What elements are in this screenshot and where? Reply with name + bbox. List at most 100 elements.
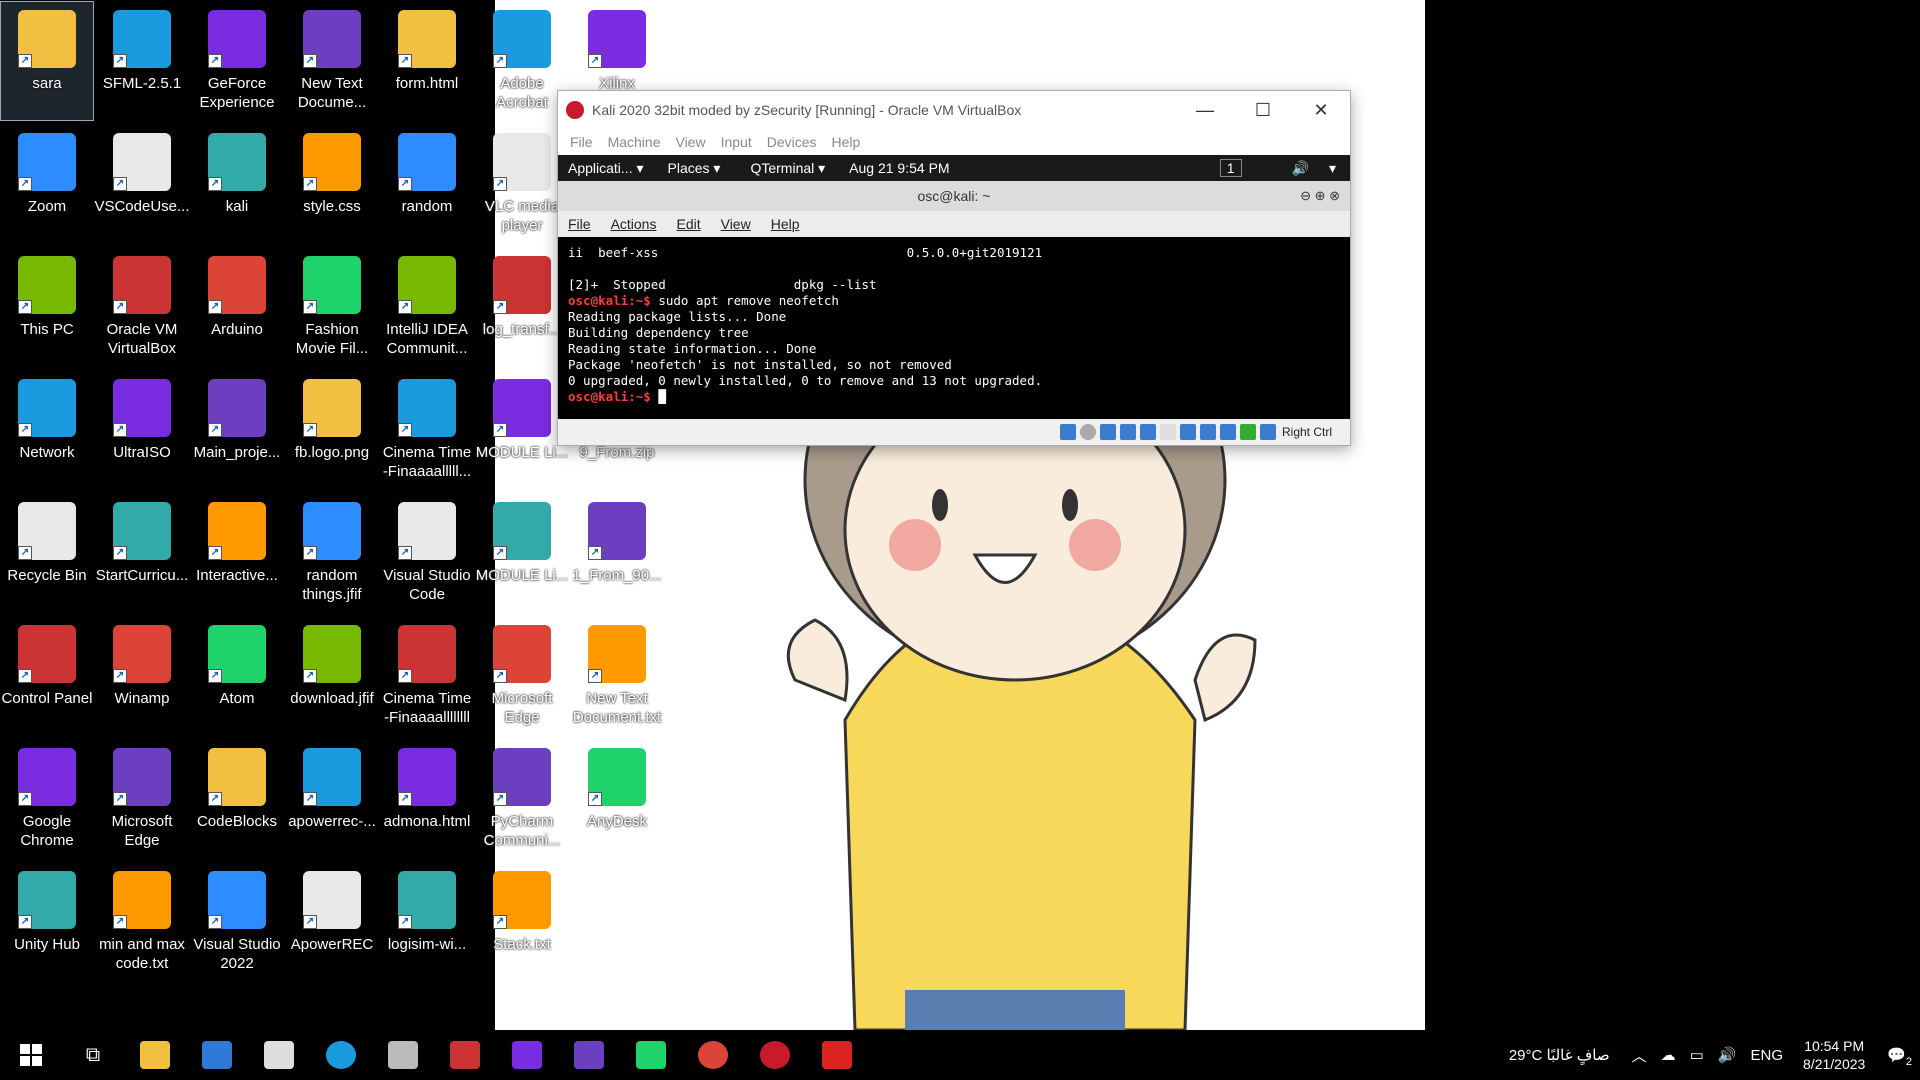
- clock[interactable]: 10:54 PM 8/21/2023: [1803, 1037, 1865, 1073]
- maximize-button[interactable]: ☐: [1234, 91, 1292, 129]
- cpu-icon[interactable]: [1219, 424, 1236, 440]
- terminal-output[interactable]: ii beef-xss 0.5.0.0+git2019121 [2]+ Stop…: [558, 237, 1350, 421]
- display-icon[interactable]: [1179, 424, 1196, 440]
- terminal-menu-actions[interactable]: Actions: [611, 216, 657, 232]
- volume-icon[interactable]: 🔊: [1292, 160, 1309, 177]
- desktop-icon[interactable]: ↗ Microsoft Edge: [96, 740, 188, 858]
- desktop-icon[interactable]: ↗ download.jfif: [286, 617, 378, 735]
- desktop-icon[interactable]: ↗ PyCharm Communi...: [476, 740, 568, 858]
- kali-applications-menu[interactable]: Applicati... ▾: [568, 160, 644, 177]
- desktop-icon[interactable]: ↗ This PC: [1, 248, 93, 366]
- menu-machine[interactable]: Machine: [608, 134, 661, 150]
- desktop-icon[interactable]: ↗ style.css: [286, 125, 378, 243]
- desktop-icon[interactable]: ↗ Main_proje...: [191, 371, 283, 489]
- taskbar-edge[interactable]: [310, 1030, 372, 1080]
- desktop-icon[interactable]: ↗ New Text Document.txt: [571, 617, 663, 735]
- desktop-icon[interactable]: ↗ Google Chrome: [1, 740, 93, 858]
- taskbar-chrome[interactable]: [682, 1030, 744, 1080]
- taskbar-acrobat[interactable]: [806, 1030, 868, 1080]
- desktop-icon[interactable]: ↗ Cinema Time -Finaaaallllllll: [381, 617, 473, 735]
- shared-folder-icon[interactable]: [1159, 424, 1176, 440]
- usb-icon[interactable]: [1139, 424, 1156, 440]
- virtualbox-window[interactable]: Kali 2020 32bit moded by zSecurity [Runn…: [557, 90, 1351, 446]
- desktop-icon[interactable]: ↗ SFML-2.5.1: [96, 2, 188, 120]
- desktop-icon[interactable]: ↗ ApowerREC: [286, 863, 378, 981]
- terminal-window-buttons[interactable]: ⊖ ⊕ ⊗: [1300, 188, 1340, 204]
- recording-icon[interactable]: [1199, 424, 1216, 440]
- desktop-icon[interactable]: ↗ Network: [1, 371, 93, 489]
- wifi-icon[interactable]: ☁: [1661, 1046, 1676, 1064]
- menu-devices[interactable]: Devices: [767, 134, 817, 150]
- desktop-icon[interactable]: ↗ random things.jfif: [286, 494, 378, 612]
- desktop-icon[interactable]: ↗ VLC media player: [476, 125, 568, 243]
- desktop-icon[interactable]: ↗ Adobe Acrobat: [476, 2, 568, 120]
- desktop-icon[interactable]: ↗ Visual Studio 2022: [191, 863, 283, 981]
- desktop-icon[interactable]: ↗ GeForce Experience: [191, 2, 283, 120]
- desktop-icon[interactable]: ↗ Control Panel: [1, 617, 93, 735]
- kali-app-menu[interactable]: QTerminal ▾: [750, 160, 825, 177]
- desktop-icon[interactable]: ↗ AnyDesk: [571, 740, 663, 858]
- volume-tray-icon[interactable]: 🔊: [1718, 1046, 1737, 1064]
- taskbar-store[interactable]: [248, 1030, 310, 1080]
- desktop-icon[interactable]: ↗ Cinema Time -Finaaaalllll...: [381, 371, 473, 489]
- close-button[interactable]: ✕: [1292, 91, 1350, 129]
- network-icon[interactable]: [1119, 424, 1136, 440]
- desktop-icon[interactable]: ↗ New Text Docume...: [286, 2, 378, 120]
- terminal-menu-help[interactable]: Help: [771, 216, 800, 232]
- power-icon[interactable]: ▾: [1329, 160, 1336, 177]
- desktop-icon[interactable]: ↗ Recycle Bin: [1, 494, 93, 612]
- desktop-icon[interactable]: ↗ Stack.txt: [476, 863, 568, 981]
- taskbar-mail[interactable]: [186, 1030, 248, 1080]
- menu-view[interactable]: View: [675, 134, 705, 150]
- battery-icon[interactable]: ▭: [1690, 1046, 1704, 1064]
- weather-widget[interactable]: 29°C صافٍ غالبًا: [1509, 1046, 1610, 1064]
- desktop-icon[interactable]: ↗ MODULE Li...: [476, 494, 568, 612]
- desktop-icon[interactable]: ↗ Visual Studio Code: [381, 494, 473, 612]
- taskbar-intellij[interactable]: [496, 1030, 558, 1080]
- hdd-icon[interactable]: [1059, 424, 1076, 440]
- desktop-icon[interactable]: ↗ log_transf...: [476, 248, 568, 366]
- desktop-icon[interactable]: ↗ admona.html: [381, 740, 473, 858]
- tray-overflow-icon[interactable]: ︿: [1632, 1045, 1647, 1066]
- task-view-button[interactable]: ⧉: [62, 1030, 124, 1080]
- menu-input[interactable]: Input: [721, 134, 752, 150]
- taskbar-installer[interactable]: [372, 1030, 434, 1080]
- notification-center[interactable]: 💬 2: [1887, 1046, 1912, 1068]
- desktop-icon[interactable]: ↗ Zoom: [1, 125, 93, 243]
- start-button[interactable]: [0, 1030, 62, 1080]
- desktop-icon[interactable]: ↗ StartCurricu...: [96, 494, 188, 612]
- guest-screen[interactable]: Applicati... ▾ Places ▾ QTerminal ▾ Aug …: [558, 155, 1350, 421]
- terminal-menu-file[interactable]: File: [568, 216, 591, 232]
- taskbar-file-explorer[interactable]: [124, 1030, 186, 1080]
- optical-icon[interactable]: [1079, 424, 1096, 440]
- desktop-icon[interactable]: ↗ Interactive...: [191, 494, 283, 612]
- taskbar-app[interactable]: [434, 1030, 496, 1080]
- desktop-icon[interactable]: ↗ logisim-wi...: [381, 863, 473, 981]
- desktop-icon[interactable]: ↗ apowerrec-...: [286, 740, 378, 858]
- desktop-icon[interactable]: ↗ Microsoft Edge: [476, 617, 568, 735]
- taskbar-visual-studio[interactable]: [558, 1030, 620, 1080]
- terminal-menu-edit[interactable]: Edit: [676, 216, 700, 232]
- minimize-button[interactable]: —: [1176, 91, 1234, 129]
- mouse-integration-icon[interactable]: [1239, 424, 1256, 440]
- desktop-icon[interactable]: ↗ Fashion Movie Fil...: [286, 248, 378, 366]
- desktop-icon[interactable]: ↗ Winamp: [96, 617, 188, 735]
- workspace-indicator[interactable]: 1: [1219, 159, 1242, 177]
- audio-icon[interactable]: [1099, 424, 1116, 440]
- menu-help[interactable]: Help: [832, 134, 861, 150]
- keyboard-icon[interactable]: [1259, 424, 1276, 440]
- qterminal-window[interactable]: osc@kali: ~ ⊖ ⊕ ⊗ File Actions Edit View…: [558, 181, 1350, 421]
- desktop-icon[interactable]: ↗ sara: [0, 1, 94, 121]
- desktop-icon[interactable]: ↗ Arduino: [191, 248, 283, 366]
- desktop-icon[interactable]: ↗ Oracle VM VirtualBox: [96, 248, 188, 366]
- desktop-icon[interactable]: ↗ fb.logo.png: [286, 371, 378, 489]
- desktop-icon[interactable]: ↗ Atom: [191, 617, 283, 735]
- desktop-icon[interactable]: ↗ IntelliJ IDEA Communit...: [381, 248, 473, 366]
- desktop-icon[interactable]: ↗ VSCodeUse...: [94, 125, 190, 243]
- desktop-icon[interactable]: ↗ kali: [191, 125, 283, 243]
- virtualbox-titlebar[interactable]: Kali 2020 32bit moded by zSecurity [Runn…: [558, 91, 1350, 129]
- desktop-icon[interactable]: ↗ MODULE Li...: [476, 371, 568, 489]
- menu-file[interactable]: File: [570, 134, 593, 150]
- taskbar-debian-vm[interactable]: [744, 1030, 806, 1080]
- desktop-icon[interactable]: ↗ UltraISO: [96, 371, 188, 489]
